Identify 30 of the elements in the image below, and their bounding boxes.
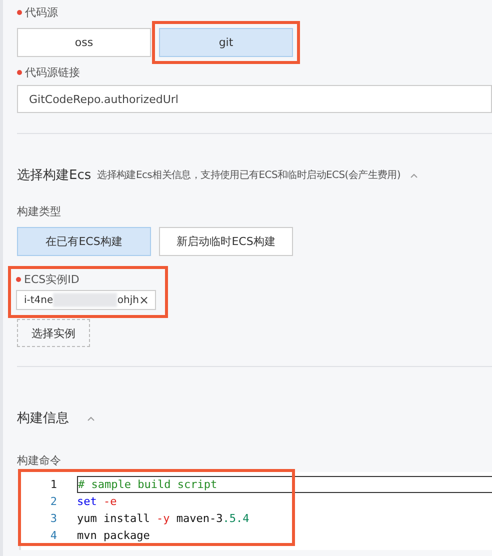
instance-id-field[interactable]: i-t4ne ohjh× bbox=[16, 290, 156, 310]
option-button[interactable]: 在已有ECS构建 bbox=[17, 227, 151, 256]
redaction-block bbox=[53, 293, 118, 307]
code-editor[interactable]: 1 # sample build script 2 set -e 3 yum install -y maven-3.5.4 4 mvn package bbox=[19, 472, 492, 550]
line-number: 2 bbox=[49, 495, 58, 508]
line-number: 1 bbox=[49, 478, 58, 491]
code-line: mvn package bbox=[77, 528, 151, 544]
close-icon[interactable]: × bbox=[138, 293, 149, 307]
option-button[interactable]: git bbox=[159, 28, 293, 57]
option-button[interactable]: oss bbox=[17, 28, 151, 57]
code-line: # sample build script bbox=[77, 476, 492, 493]
field-label: ECS实例ID bbox=[24, 272, 80, 286]
url-field[interactable]: GitCodeRepo.authorizedUrl bbox=[17, 85, 492, 113]
caret-up-icon[interactable] bbox=[410, 172, 418, 178]
field-label: 构建类型 bbox=[17, 204, 61, 218]
section-description: 选择构建Ecs相关信息，支持使用已有ECS和临时启动ECS(会产生费用) bbox=[97, 168, 400, 182]
line-number: 3 bbox=[49, 512, 58, 525]
code-line: set -e bbox=[77, 494, 118, 510]
section-title: 构建信息 bbox=[17, 410, 69, 427]
instance-id-text: ohjh bbox=[117, 294, 139, 306]
field-label: 代码源链接 bbox=[25, 64, 80, 80]
option-button[interactable]: 新启动临时ECS构建 bbox=[159, 227, 293, 256]
instance-id-text: i-t4ne bbox=[24, 294, 54, 306]
line-number: 4 bbox=[49, 529, 58, 542]
select-instance-button[interactable]: 选择实例 bbox=[17, 319, 90, 347]
field-label: 构建命令 bbox=[17, 452, 61, 468]
section-title: 选择构建Ecs bbox=[17, 167, 92, 184]
caret-up-icon[interactable] bbox=[87, 416, 95, 420]
code-line: yum install -y maven-3.5.4 bbox=[77, 511, 250, 527]
field-label: 代码源 bbox=[25, 4, 58, 20]
